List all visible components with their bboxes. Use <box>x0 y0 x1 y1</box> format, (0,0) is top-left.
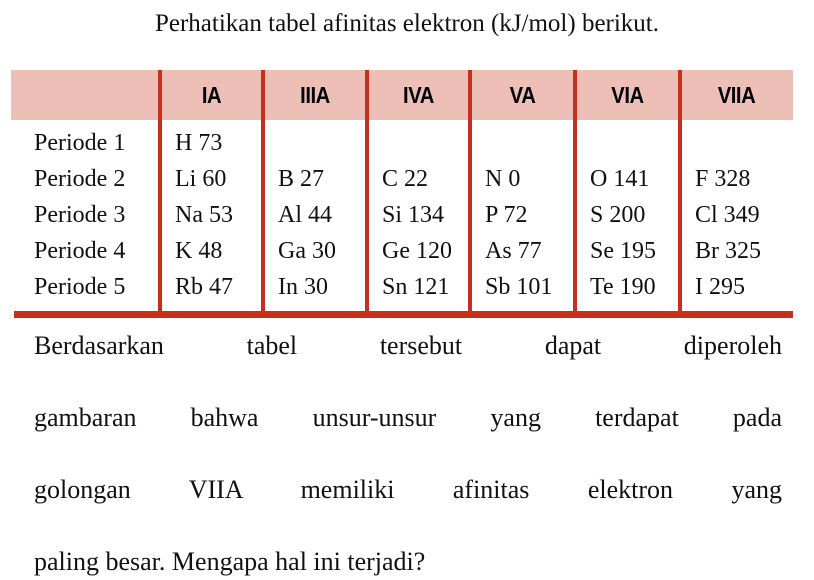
cell-r5-iva: Sn 121 <box>382 274 450 300</box>
cell-r5-iiia: In 30 <box>278 274 328 300</box>
cell-r3-iva: Si 134 <box>382 202 445 228</box>
cell-r1-ia: H 73 <box>175 130 223 156</box>
cell-r3-via: S 200 <box>590 202 646 228</box>
column-divider-5 <box>573 70 577 317</box>
row-label-periode-2: Periode 2 <box>34 166 126 192</box>
question-line-2: gambaran bahwa unsur-unsur yang terdapat… <box>34 403 782 432</box>
cell-r4-ia: K 48 <box>175 238 223 264</box>
cell-r3-va: P 72 <box>485 202 528 228</box>
column-header-via: VIA <box>611 82 644 108</box>
cell-r4-va: As 77 <box>485 238 542 264</box>
cell-r2-iiia: B 27 <box>278 166 325 192</box>
question-line-3: golongan VIIA memiliki afinitas elektron… <box>34 475 782 504</box>
question-paragraph: Berdasarkan tabel tersebut dapat diperol… <box>34 328 782 580</box>
question-line-1: Berdasarkan tabel tersebut dapat diperol… <box>34 331 782 360</box>
column-header-iiia: IIIA <box>300 82 330 108</box>
cell-r2-via: O 141 <box>590 166 650 192</box>
cell-r5-viia: I 295 <box>695 274 745 300</box>
column-header-ia: IA <box>201 82 222 108</box>
cell-r2-va: N 0 <box>485 166 521 192</box>
page-title: Perhatikan tabel afinitas elektron (kJ/m… <box>154 10 660 37</box>
column-divider-6 <box>678 70 682 317</box>
row-label-periode-1: Periode 1 <box>34 130 126 156</box>
electron-affinity-table: IA IIIA IVA VA VIA VIIA Periode 1 H 73 P… <box>11 70 793 318</box>
cell-r3-iiia: Al 44 <box>278 202 332 228</box>
cell-r4-viia: Br 325 <box>695 238 761 264</box>
cell-r5-via: Te 190 <box>590 274 656 300</box>
cell-r4-iva: Ge 120 <box>382 238 452 264</box>
cell-r2-iva: C 22 <box>382 166 429 192</box>
cell-r3-ia: Na 53 <box>175 202 233 228</box>
row-label-periode-5: Periode 5 <box>34 274 126 300</box>
cell-r3-viia: Cl 349 <box>695 202 760 228</box>
row-label-periode-3: Periode 3 <box>34 202 126 228</box>
cell-r2-viia: F 328 <box>695 166 751 192</box>
cell-r5-ia: Rb 47 <box>175 274 234 300</box>
column-header-viia: VIIA <box>717 82 756 108</box>
column-header-va: VA <box>509 82 536 108</box>
row-label-periode-4: Periode 4 <box>34 238 126 264</box>
cell-r4-via: Se 195 <box>590 238 656 264</box>
column-divider-2 <box>261 70 265 317</box>
cell-r4-iiia: Ga 30 <box>278 238 336 264</box>
question-line-4: paling besar. Mengapa hal ini terjadi? <box>34 547 426 576</box>
column-divider-4 <box>468 70 472 317</box>
table-bottom-rule <box>14 311 793 318</box>
cell-r2-ia: Li 60 <box>175 166 227 192</box>
cell-r5-va: Sb 101 <box>485 274 553 300</box>
column-header-iva: IVA <box>403 82 434 108</box>
column-divider-3 <box>365 70 369 317</box>
